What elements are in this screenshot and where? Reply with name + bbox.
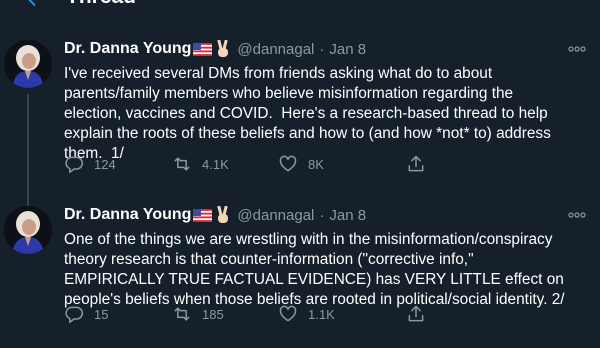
author-name[interactable]: Dr. Danna Young	[64, 40, 191, 58]
more-icon[interactable]	[568, 44, 586, 54]
reply-count: 15	[94, 306, 109, 322]
share-button[interactable]	[406, 304, 436, 324]
back-arrow-icon[interactable]	[24, 0, 46, 10]
reply-button[interactable]: 124	[64, 154, 116, 174]
retweet-icon	[174, 157, 190, 171]
tweet-text: One of the things we are wrestling with …	[64, 231, 565, 308]
retweet-count: 185	[202, 306, 224, 322]
like-button[interactable]: 8K	[278, 154, 324, 174]
reply-button[interactable]: 15	[64, 304, 108, 324]
retweet-icon	[174, 307, 190, 321]
share-icon	[408, 155, 424, 172]
tweet-text: I've received several DMs from friends a…	[64, 65, 551, 162]
tweet-date[interactable]: Jan 8	[329, 207, 366, 224]
retweet-button[interactable]: 185	[172, 304, 224, 324]
victory-hand-icon	[217, 40, 229, 57]
like-button[interactable]: 1.1K	[278, 304, 335, 324]
like-count: 8K	[308, 156, 324, 172]
tweet-header: Dr. Danna Young @dannagal · Jan 8	[64, 40, 366, 58]
share-icon	[408, 305, 424, 322]
tweet-header: Dr. Danna Young @dannagal · Jan 8	[64, 206, 366, 224]
thread-connector	[27, 94, 29, 206]
tweet-date[interactable]: Jan 8	[329, 41, 366, 58]
reply-icon	[65, 156, 84, 174]
more-icon[interactable]	[568, 210, 586, 220]
author-name[interactable]: Dr. Danna Young	[64, 206, 191, 224]
retweet-count: 4.1K	[202, 156, 229, 172]
reply-count: 124	[94, 156, 116, 172]
separator: ·	[319, 206, 325, 224]
victory-hand-icon	[217, 206, 229, 223]
like-icon	[279, 305, 297, 322]
separator: ·	[319, 40, 325, 58]
retweet-button[interactable]: 4.1K	[172, 154, 229, 174]
page-title: Thread	[66, 0, 136, 9]
thread-header: Thread	[0, 0, 600, 14]
us-flag-icon	[193, 42, 213, 56]
author-handle[interactable]: @dannagal	[237, 207, 314, 224]
avatar[interactable]	[4, 40, 52, 88]
us-flag-icon	[193, 208, 213, 222]
author-handle[interactable]: @dannagal	[237, 41, 314, 58]
like-count: 1.1K	[308, 306, 335, 322]
avatar[interactable]	[4, 206, 52, 254]
like-icon	[279, 155, 297, 172]
reply-icon	[65, 306, 84, 324]
share-button[interactable]	[406, 154, 436, 174]
